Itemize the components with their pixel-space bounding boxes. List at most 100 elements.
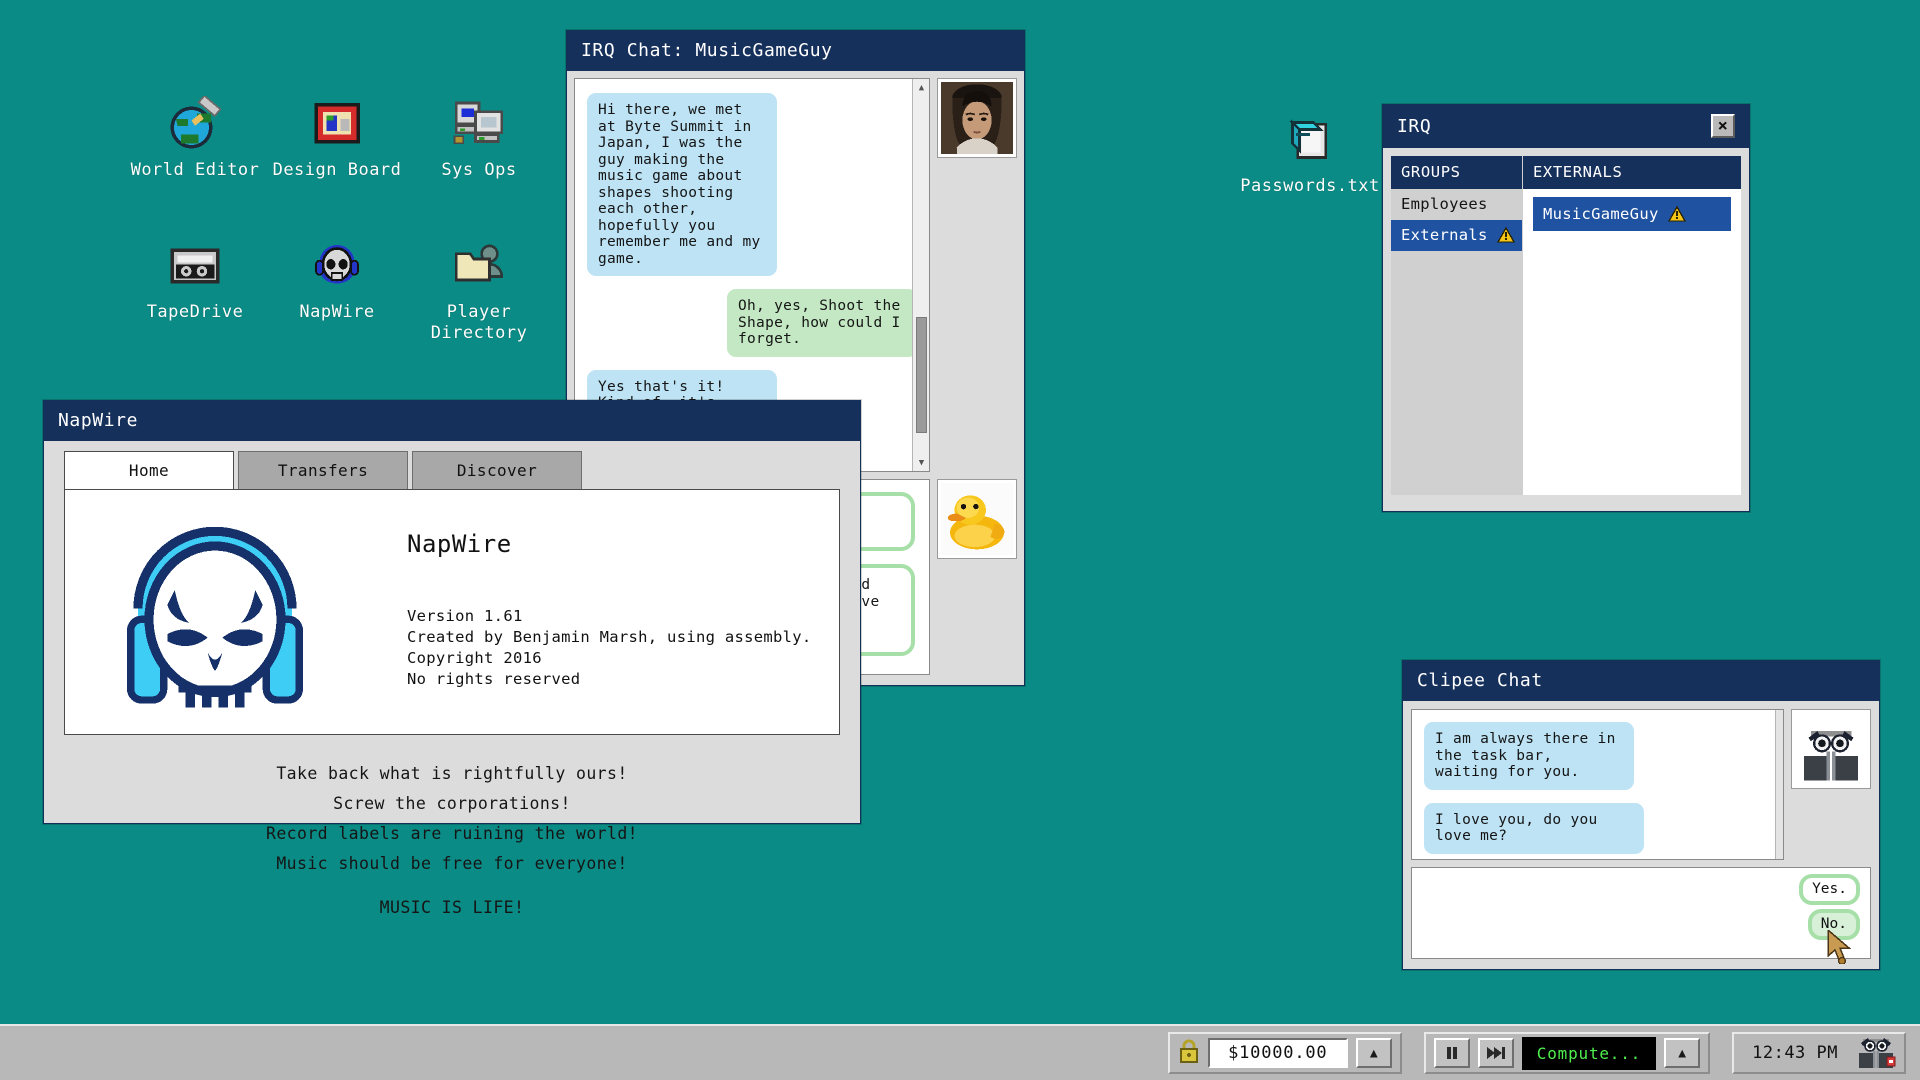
desktop-icon-napwire[interactable]: NapWire — [262, 238, 412, 323]
group-label: Employees — [1401, 195, 1488, 213]
scroll-thumb[interactable] — [916, 317, 927, 433]
mouse-cursor-icon — [1827, 930, 1852, 964]
globe-pencil-icon — [167, 94, 223, 152]
slogan-line: Music should be free for everyone! — [276, 854, 628, 873]
clipee-robot-avatar — [1791, 709, 1871, 789]
desktop-icon-label: Passwords.txt — [1240, 176, 1380, 196]
slogan-line: Record labels are ruining the world! — [265, 824, 639, 843]
irq-chat-title: IRQ Chat: MusicGameGuy — [581, 40, 833, 61]
money-value: $10000.00 — [1207, 1038, 1348, 1068]
slogan-headline: MUSIC IS LIFE! — [379, 898, 525, 917]
tab-home[interactable]: Home — [64, 451, 234, 489]
taskbar: $10000.00 ▲ Compute... ▲ 12:43 PM — [0, 1024, 1920, 1080]
desktop-icon-tapedrive[interactable]: TapeDrive — [120, 238, 270, 323]
napwire-copyright: Copyright 2016 — [407, 649, 542, 667]
clipee-title: Clipee Chat — [1417, 670, 1543, 691]
tab-transfers[interactable]: Transfers — [238, 451, 408, 489]
money-widget: $10000.00 ▲ — [1167, 1032, 1402, 1074]
napwire-about: NapWire Version 1.61 Created by Benjamin… — [365, 490, 812, 734]
warning-icon — [1496, 226, 1515, 243]
napwire-title: NapWire — [58, 410, 139, 431]
system-tray: 12:43 PM — [1732, 1032, 1906, 1074]
externals-header: EXTERNALS — [1523, 156, 1741, 189]
clipee-log-scrollbar[interactable] — [1775, 710, 1783, 859]
desktop-icon-label: World Editor — [130, 160, 260, 180]
cassette-tape-icon — [167, 238, 223, 294]
group-label: Externals — [1401, 226, 1488, 244]
desktop-icon-label: Player Directory — [430, 302, 528, 343]
clipee-option-yes[interactable]: Yes. — [1799, 874, 1860, 905]
napwire-logo — [65, 490, 365, 734]
folder-person-icon — [451, 238, 507, 294]
scroll-up-arrow[interactable]: ▲ — [913, 79, 929, 96]
player-avatar-column — [937, 479, 1017, 675]
chat-message-bubble: Hi there, we met at Byte Summit in Japan… — [587, 93, 777, 276]
man-photo-avatar — [937, 78, 1017, 158]
napwire-tabbar: Home Transfers Discover — [44, 441, 860, 489]
group-item-employees[interactable]: Employees — [1391, 189, 1522, 220]
desktop-icon-label: Design Board — [272, 160, 402, 180]
tab-discover[interactable]: Discover — [412, 451, 582, 489]
clipee-body: I am always there in the task bar, waiti… — [1403, 701, 1879, 967]
money-expand-button[interactable]: ▲ — [1355, 1038, 1392, 1068]
desktop-icon-label: Sys Ops — [441, 160, 517, 180]
clipee-message-bubble: I am always there in the task bar, waiti… — [1424, 722, 1634, 790]
warning-icon — [1667, 205, 1686, 222]
napwire-slogans: Take back what is rightfully ours! Screw… — [44, 735, 860, 923]
irq-contacts-title: IRQ — [1397, 115, 1432, 137]
desktop-icon-label: TapeDrive — [146, 302, 244, 322]
napwire-titlebar[interactable]: NapWire — [44, 401, 860, 441]
desktop-icon-passwords-txt[interactable]: Passwords.txt — [1235, 112, 1385, 197]
fast-forward-icon[interactable] — [1477, 1038, 1514, 1068]
status-expand-button[interactable]: ▲ — [1664, 1038, 1701, 1068]
group-item-externals[interactable]: Externals — [1391, 220, 1522, 251]
skull-headphones-icon — [309, 238, 365, 294]
time-controls: Compute... ▲ — [1423, 1032, 1711, 1074]
external-item-musicgameguy[interactable]: MusicGameGuy — [1533, 197, 1731, 231]
clipee-log-row: I am always there in the task bar, waiti… — [1411, 709, 1871, 860]
clock: 12:43 PM — [1752, 1043, 1838, 1063]
irq-externals-column: EXTERNALS MusicGameGuy — [1522, 156, 1741, 495]
irq-chat-titlebar[interactable]: IRQ Chat: MusicGameGuy — [567, 31, 1024, 71]
desktop-icon-player-directory[interactable]: Player Directory — [404, 238, 554, 344]
desktop-icon-design-board[interactable]: Design Board — [262, 96, 412, 181]
groups-header: GROUPS — [1391, 156, 1522, 189]
chat-message-bubble: Oh, yes, Shoot the Shape, how could I fo… — [727, 289, 917, 357]
napwire-window[interactable]: NapWire Home Transfers Discover NapWire … — [43, 400, 861, 917]
napwire-rights: No rights reserved — [407, 670, 581, 688]
clipee-message-bubble: I love you, do you love me? — [1424, 802, 1644, 854]
clipee-avatar-column — [1791, 709, 1871, 860]
framed-picture-icon — [309, 96, 365, 152]
irq-contacts-window[interactable]: IRQ × GROUPS Employees Externals EXTERNA… — [1382, 104, 1750, 512]
external-label: MusicGameGuy — [1543, 205, 1659, 223]
status-display: Compute... — [1521, 1036, 1657, 1070]
napwire-home-panel: NapWire Version 1.61 Created by Benjamin… — [64, 489, 840, 735]
rubber-duck-avatar — [937, 479, 1017, 559]
padlock-icon — [1178, 1038, 1200, 1068]
napwire-version: Version 1.61 — [407, 607, 523, 625]
contact-avatar-column — [937, 78, 1017, 472]
desktop: World Editor Design Board Sys Ops TapeDr… — [0, 0, 1920, 1080]
desktop-icon-world-editor[interactable]: World Editor — [120, 94, 270, 181]
clipee-titlebar[interactable]: Clipee Chat — [1403, 661, 1879, 701]
clipee-chat-window[interactable]: Clipee Chat I am always there in the tas… — [1402, 660, 1880, 970]
pause-icon[interactable] — [1433, 1038, 1470, 1068]
scroll-down-arrow[interactable]: ▼ — [913, 454, 929, 471]
napwire-creator: Created by Benjamin Marsh, using assembl… — [407, 628, 812, 646]
irq-contacts-titlebar[interactable]: IRQ × — [1383, 105, 1749, 148]
napwire-meta: Version 1.61 Created by Benjamin Marsh, … — [407, 606, 812, 690]
irq-groups-column: GROUPS Employees Externals — [1391, 156, 1522, 495]
clipee-chat-log: I am always there in the task bar, waiti… — [1411, 709, 1784, 860]
close-icon[interactable]: × — [1711, 114, 1735, 138]
desktop-icon-sys-ops[interactable]: Sys Ops — [404, 96, 554, 181]
napwire-app-name: NapWire — [407, 530, 512, 558]
slogan-line: Take back what is rightfully ours! — [276, 764, 628, 783]
computers-icon — [451, 96, 507, 152]
irq-contacts-body: GROUPS Employees Externals EXTERNALS Mus… — [1383, 148, 1749, 503]
desktop-icon-label: NapWire — [299, 302, 375, 322]
chat-log-scrollbar[interactable]: ▲ ▼ — [912, 79, 929, 471]
clipee-reply-options: Yes. No. — [1411, 867, 1871, 964]
notepad-icon — [1282, 112, 1338, 168]
clipee-robot-tray-icon[interactable] — [1856, 1033, 1896, 1073]
slogan-line: Screw the corporations! — [333, 794, 571, 813]
